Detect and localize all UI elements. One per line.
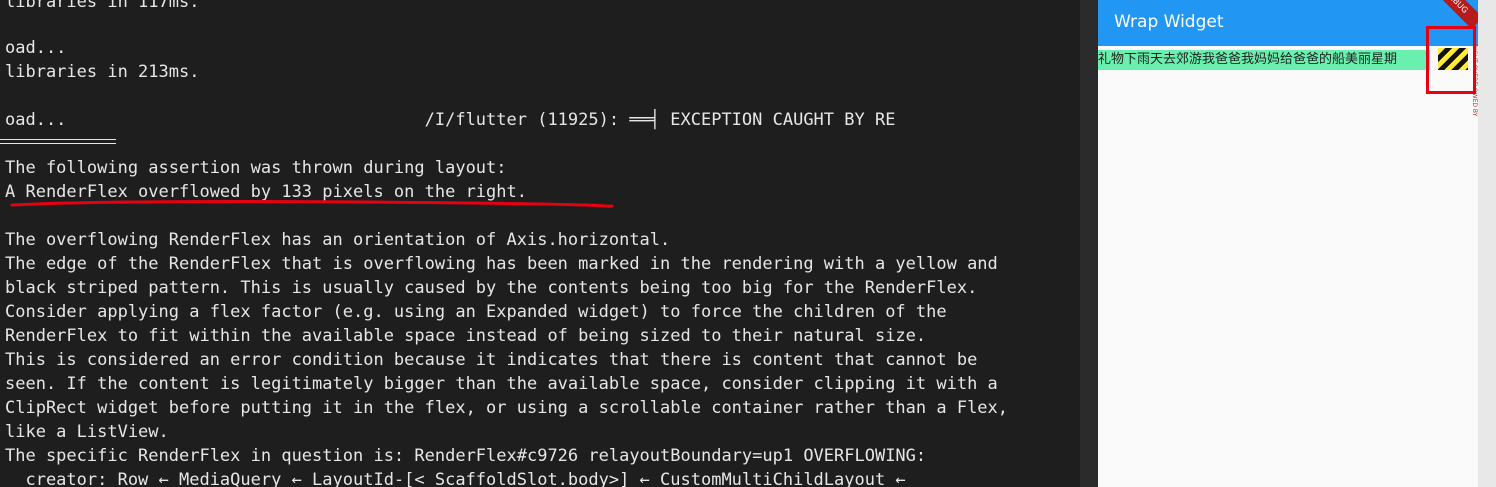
console-line: black striped pattern. This is usually c… — [5, 278, 978, 298]
console-line-overflow-message: A RenderFlex overflowed by 133 pixels on… — [5, 182, 527, 202]
emulator-screen: Wrap Widget DEBUG 礼物下雨天去郊游我爸爸我妈妈给爸爸的船美丽星… — [1098, 0, 1483, 487]
console-line: RenderFlex to fit within the available s… — [5, 326, 927, 346]
app-title: Wrap Widget — [1114, 12, 1224, 32]
console-line: ClipRect widget before putting it in the… — [5, 398, 1009, 418]
console-line: The edge of the RenderFlex that is overf… — [5, 254, 998, 274]
console-line: This is considered an error condition be… — [5, 350, 978, 370]
console-line: The following assertion was thrown durin… — [5, 158, 507, 178]
console-output: libraries in 117ms. oad... libraries in … — [0, 0, 1080, 487]
debug-banner: DEBUG — [1429, 0, 1483, 29]
overflowing-row-text: 礼物下雨天去郊游我爸爸我妈妈给爸爸的船美丽星期 — [1098, 50, 1430, 70]
console-line: oad... — [5, 38, 67, 58]
app-bar: Wrap Widget DEBUG — [1098, 0, 1483, 46]
window-edge — [1478, 0, 1496, 487]
console-divider — [0, 139, 116, 144]
console-line-exception-header: oad... /I/flutter (11925): ══╡ EXCEPTION… — [5, 110, 896, 130]
console-line: creator: Row ← MediaQuery ← LayoutId-[<_… — [5, 470, 906, 487]
console-line: The specific RenderFlex in question is: … — [5, 446, 927, 466]
console-line: seen. If the content is legitimately big… — [5, 374, 998, 394]
red-box-annotation — [1426, 26, 1476, 94]
console-line: libraries in 117ms. — [5, 0, 200, 12]
console-line: Consider applying a flex factor (e.g. us… — [5, 302, 947, 322]
console-line: like a ListView. — [5, 422, 169, 442]
panel-gutter — [1080, 0, 1098, 487]
console-line: The overflowing RenderFlex has an orient… — [5, 230, 671, 250]
console-line: libraries in 213ms. — [5, 62, 200, 82]
